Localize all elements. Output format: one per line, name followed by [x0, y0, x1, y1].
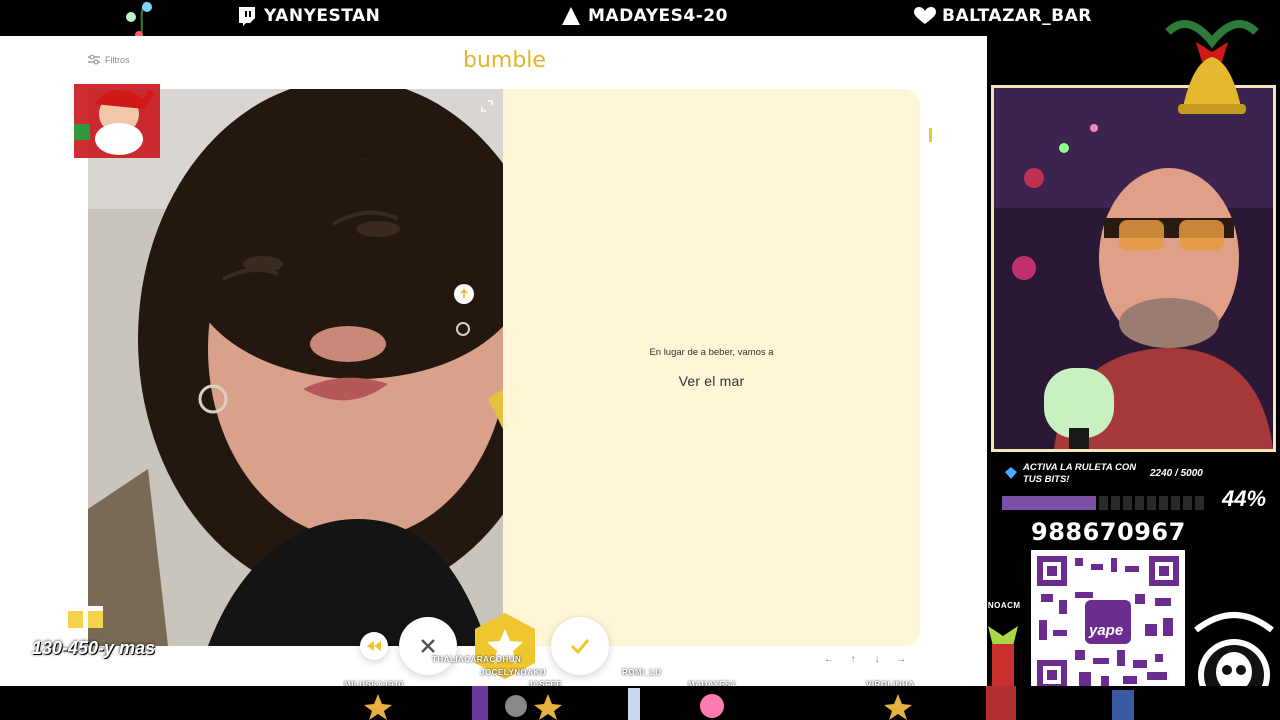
filters-button[interactable]: Filtros: [88, 55, 130, 65]
chat-name: THALIACARACOHUN: [432, 655, 522, 664]
bottom-strip: [0, 686, 1280, 720]
arrow-left-icon: ←: [824, 654, 834, 665]
kick-icon: [560, 6, 582, 26]
check-icon: [570, 639, 590, 654]
scroll-up-button[interactable]: [454, 284, 474, 304]
prompt-question: En lugar de a beber, vamos a: [649, 347, 774, 358]
profile-photo: [88, 89, 503, 646]
social-twitch: YANYESTAN: [236, 4, 380, 28]
drinks-icon: [68, 606, 103, 628]
pass-button[interactable]: [399, 617, 457, 675]
christmas-bell-icon: [1165, 20, 1259, 114]
profile-prompt-card: En lugar de a beber, vamos a Ver el mar: [503, 89, 920, 646]
close-icon: [421, 639, 435, 653]
yape-qr-code: yape: [1031, 550, 1185, 696]
stream-screen: YANYESTAN MADAYES4-20 BALTAZAR_BAR Filtr…: [0, 0, 1280, 720]
goal-percent: 44%: [1222, 486, 1267, 511]
scroll-indicator[interactable]: [929, 128, 932, 142]
goal-count: 2240 / 5000: [1150, 468, 1203, 479]
social-heart-label: BALTAZAR_BAR: [942, 6, 1092, 26]
rewind-icon: [367, 641, 381, 651]
yape-logo: yape: [1089, 622, 1124, 639]
social-heart: BALTAZAR_BAR: [914, 4, 1092, 28]
chat-name: ROMI_LU: [622, 668, 662, 677]
bumble-logo: bumble: [463, 48, 546, 73]
filters-label: Filtros: [105, 55, 130, 65]
heart-icon: [914, 6, 936, 26]
goal-progress-fill: [1002, 496, 1096, 510]
diamond-icon: [1005, 467, 1017, 479]
rewind-button[interactable]: [360, 632, 388, 660]
promo-text: 130-450-y mas: [32, 638, 156, 658]
sponsor-label: BRUNOACM: [969, 601, 1021, 610]
chat-name: JOCELYNOAKU: [480, 668, 547, 677]
arrow-down-icon: ↓: [874, 654, 880, 665]
keyboard-hints: ← ↑ ↓ →: [822, 654, 908, 668]
phone-number: 988670967: [1031, 518, 1186, 546]
goal-title: ACTIVA LA RULETA CON TUS BITS!: [1023, 462, 1137, 485]
expand-icon[interactable]: [481, 99, 493, 117]
santa-sticker-icon: [74, 84, 160, 158]
like-button[interactable]: [551, 617, 609, 675]
character-sprite-icon: [988, 626, 1018, 686]
webcam-feed: [991, 85, 1276, 452]
sliders-icon: [88, 55, 100, 65]
twitch-icon: [236, 6, 258, 26]
social-kick-label: MADAYES4-20: [588, 6, 728, 26]
social-kick: MADAYES4-20: [560, 4, 728, 28]
arrow-up-icon: [460, 289, 468, 298]
goal-progress-bar: [1002, 496, 1216, 510]
prompt-answer: Ver el mar: [678, 373, 745, 389]
arrow-right-icon: →: [896, 654, 906, 665]
social-twitch-label: YANYESTAN: [264, 6, 381, 26]
top-bar: YANYESTAN MADAYES4-20 BALTAZAR_BAR: [0, 0, 1280, 89]
arrow-up-icon: ↑: [850, 654, 856, 665]
